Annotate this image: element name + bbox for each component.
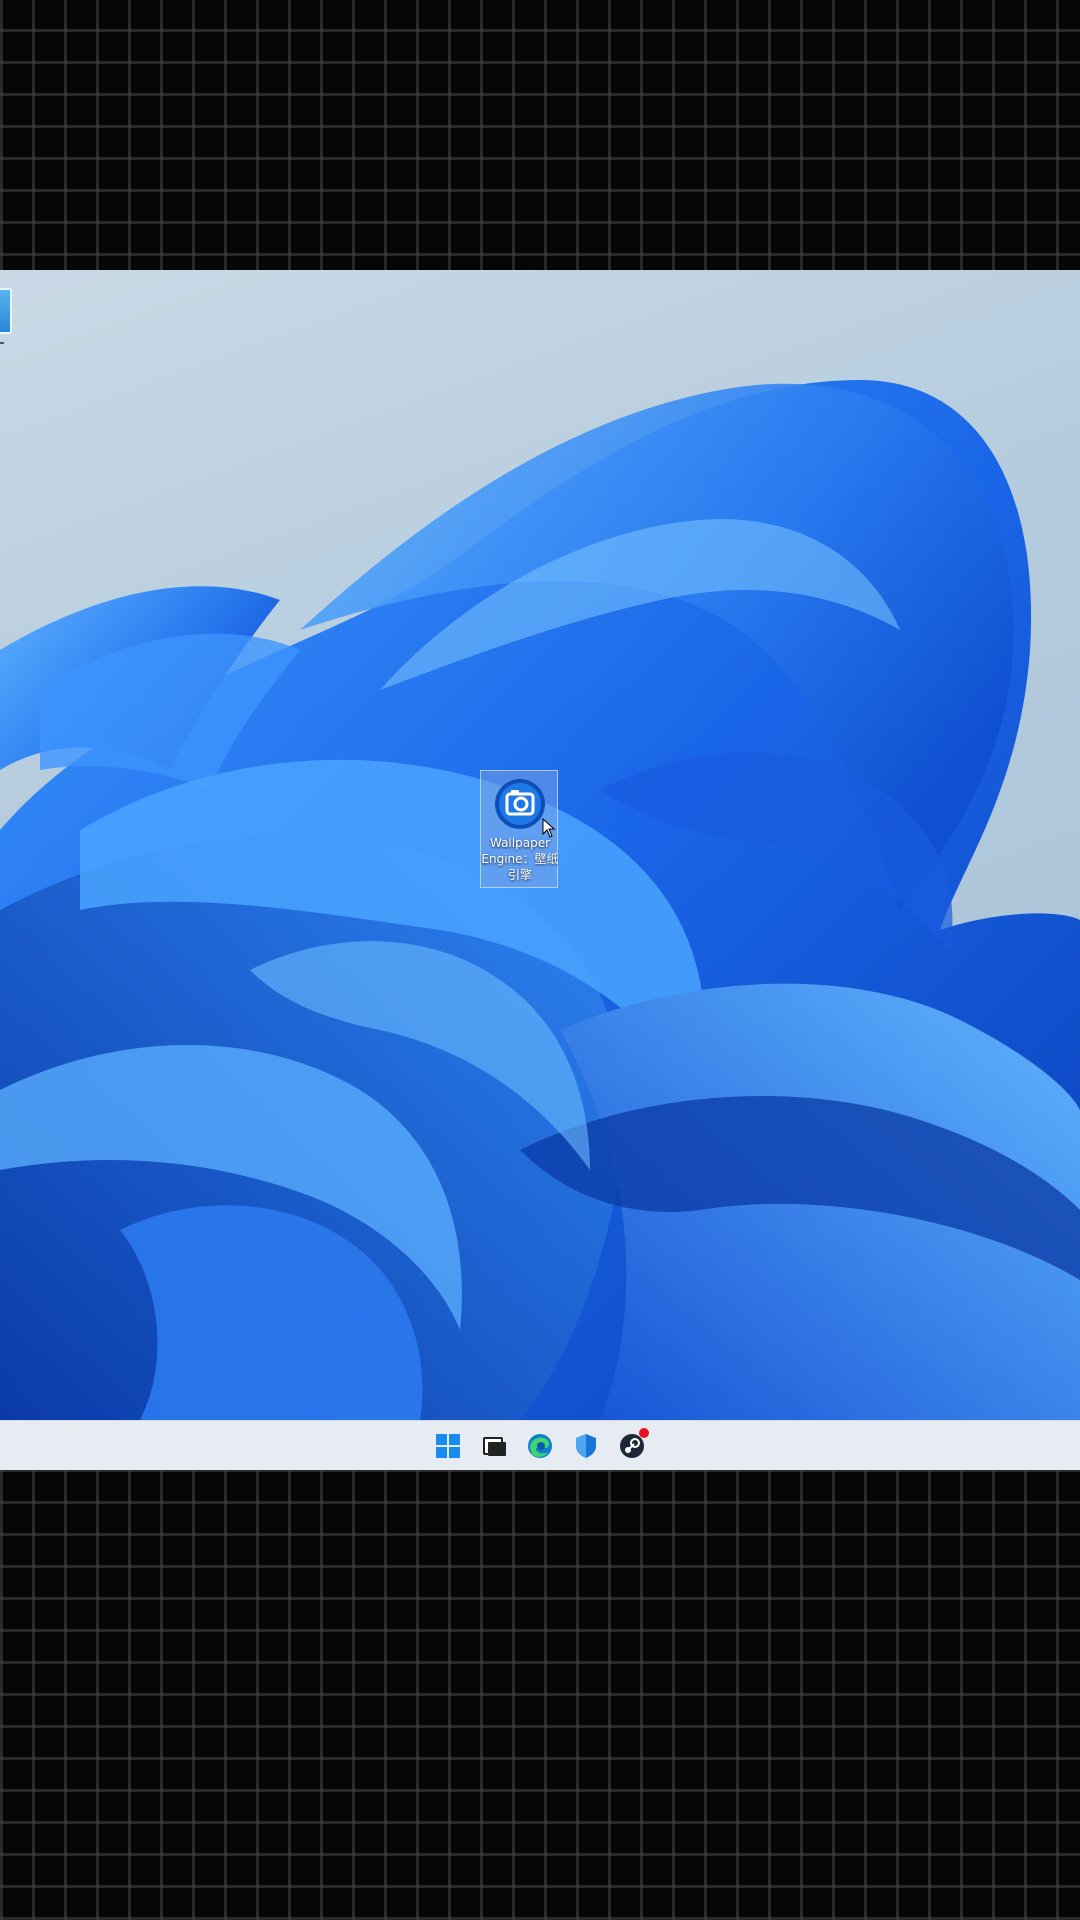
taskbar <box>0 1420 1080 1470</box>
notification-badge <box>639 1428 649 1438</box>
grid-background-top <box>0 0 1080 270</box>
windows-screen: Wallpaper Engine：壁纸引擎 <box>0 270 1080 1470</box>
desktop-icon-label: Wallpaper Engine：壁纸引擎 <box>481 836 559 882</box>
video-frame: Wallpaper Engine：壁纸引擎 <box>0 0 1080 1920</box>
partial-desktop-icon[interactable] <box>0 288 12 334</box>
steam-button[interactable] <box>616 1428 649 1462</box>
edge-icon <box>528 1434 552 1458</box>
mouse-cursor-icon <box>542 818 556 838</box>
desktop[interactable]: Wallpaper Engine：壁纸引擎 <box>0 270 1080 1420</box>
partial-desktop-icon-label <box>0 336 4 344</box>
task-view-button[interactable] <box>478 1430 510 1462</box>
task-view-icon <box>483 1437 506 1456</box>
wallpaper-engine-icon <box>495 779 545 829</box>
windows-logo-icon <box>436 1434 460 1458</box>
shield-icon <box>576 1434 596 1458</box>
windows-security-button[interactable] <box>570 1430 602 1462</box>
start-button[interactable] <box>432 1430 464 1462</box>
edge-button[interactable] <box>524 1430 556 1462</box>
grid-background-bottom <box>0 1470 1080 1920</box>
